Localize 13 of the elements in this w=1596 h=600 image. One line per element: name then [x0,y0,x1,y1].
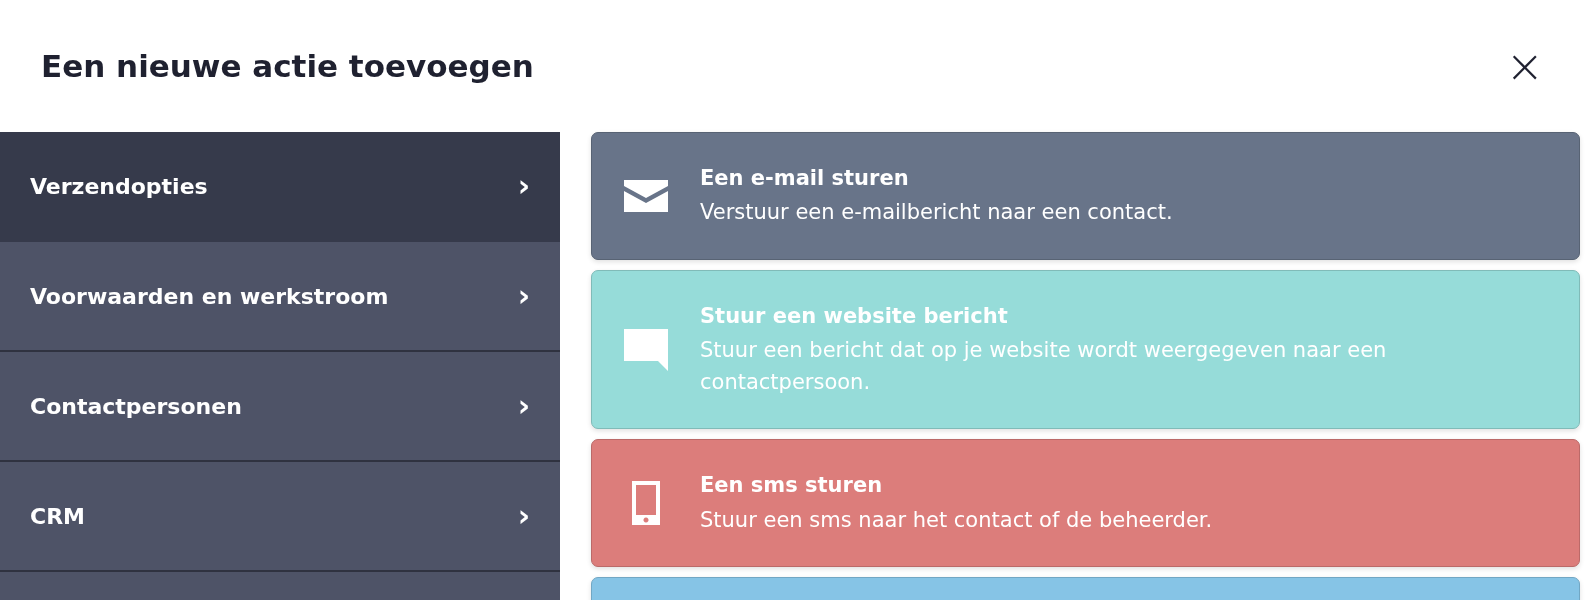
action-description: Stuur een bericht dat op je website wordt weergegeven naar een contactpersoon. [700,337,1388,396]
sidebar-item[interactable]: Verzendopties › [0,132,560,242]
action-card[interactable]: Een e-mail sturen Verstuur een e-mailbericht naar een contact. [591,132,1580,260]
close-button[interactable]: × [1501,43,1548,89]
envelope-icon [624,179,668,212]
action-title: Een sms sturen [700,472,884,500]
action-description: Stuur een sms naar het contact of de beheerder. [700,506,1213,534]
action-title: Stuur een website bericht [700,302,1009,330]
speech-bubble-icon [624,328,668,371]
phone-icon [632,481,660,526]
dialog-title: Een nieuwe actie toevoegen [41,48,534,84]
action-title: Een e-mail sturen [700,165,910,192]
action-description: Verstuur een e-mailbericht naar een contact. [700,199,1173,227]
